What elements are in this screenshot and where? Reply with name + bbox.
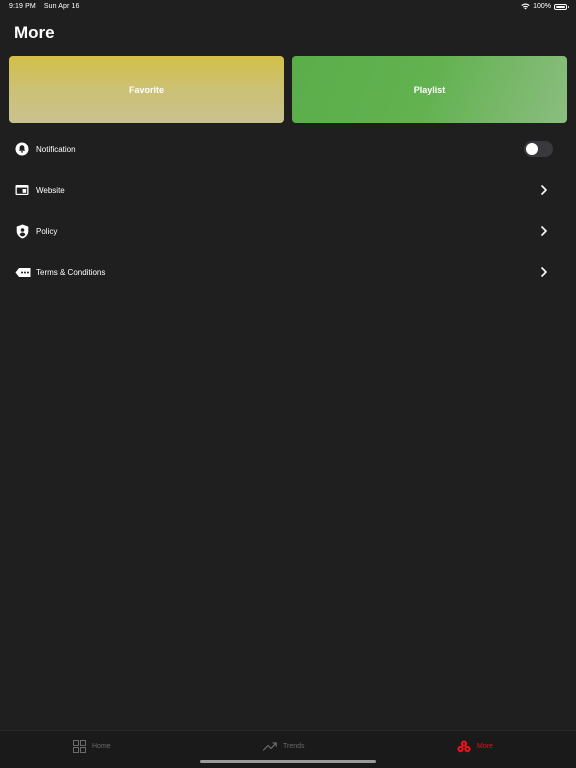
menu-item-label: Policy bbox=[36, 226, 58, 236]
trend-up-icon bbox=[263, 741, 277, 751]
menu-item-notification[interactable]: Notification bbox=[0, 131, 576, 167]
browser-window-icon bbox=[15, 183, 29, 197]
shield-user-icon bbox=[15, 224, 29, 238]
tab-label: More bbox=[477, 742, 493, 750]
more-screen: 9:19 PM Sun Apr 16 100% More Favorite Pl… bbox=[0, 0, 576, 768]
status-indicators: 100% bbox=[521, 3, 569, 10]
tag-dots-icon bbox=[15, 265, 31, 279]
battery-level bbox=[556, 5, 565, 8]
home-indicator[interactable] bbox=[200, 760, 376, 763]
more-cluster-icon bbox=[457, 739, 471, 752]
menu-item-website[interactable]: Website bbox=[0, 172, 576, 208]
wifi-icon bbox=[521, 3, 530, 10]
grid-icon bbox=[73, 739, 86, 753]
tab-label: Home bbox=[92, 742, 111, 750]
menu-item-label: Terms & Conditions bbox=[36, 267, 106, 277]
menu-item-terms[interactable]: Terms & Conditions bbox=[0, 254, 576, 290]
battery-icon bbox=[554, 3, 569, 10]
status-bar: 9:19 PM Sun Apr 16 100% bbox=[0, 0, 576, 14]
menu-item-label: Notification bbox=[36, 144, 76, 154]
bell-icon bbox=[15, 142, 29, 156]
tab-home[interactable]: Home bbox=[73, 739, 111, 753]
notification-toggle[interactable] bbox=[524, 141, 553, 157]
battery-percentage: 100% bbox=[533, 3, 551, 10]
playlist-card-label: Playlist bbox=[413, 84, 446, 95]
status-date: Sun Apr 16 bbox=[43, 3, 80, 10]
favorite-card[interactable]: Favorite bbox=[9, 56, 284, 123]
chevron-right-icon bbox=[541, 267, 547, 277]
chevron-right-icon bbox=[541, 226, 547, 236]
favorite-card-label: Favorite bbox=[128, 84, 164, 95]
tab-label: Trends bbox=[283, 742, 305, 750]
tab-more[interactable]: More bbox=[457, 739, 493, 753]
status-datetime: 9:19 PM Sun Apr 16 bbox=[9, 3, 85, 10]
menu-item-label: Website bbox=[36, 185, 65, 195]
toggle-knob bbox=[526, 143, 538, 155]
menu-item-policy[interactable]: Policy bbox=[0, 213, 576, 249]
tab-trends[interactable]: Trends bbox=[263, 739, 305, 753]
status-time: 9:19 PM bbox=[9, 3, 36, 10]
chevron-right-icon bbox=[541, 185, 547, 195]
page-title: More bbox=[14, 23, 55, 42]
playlist-card[interactable]: Playlist bbox=[292, 56, 567, 123]
